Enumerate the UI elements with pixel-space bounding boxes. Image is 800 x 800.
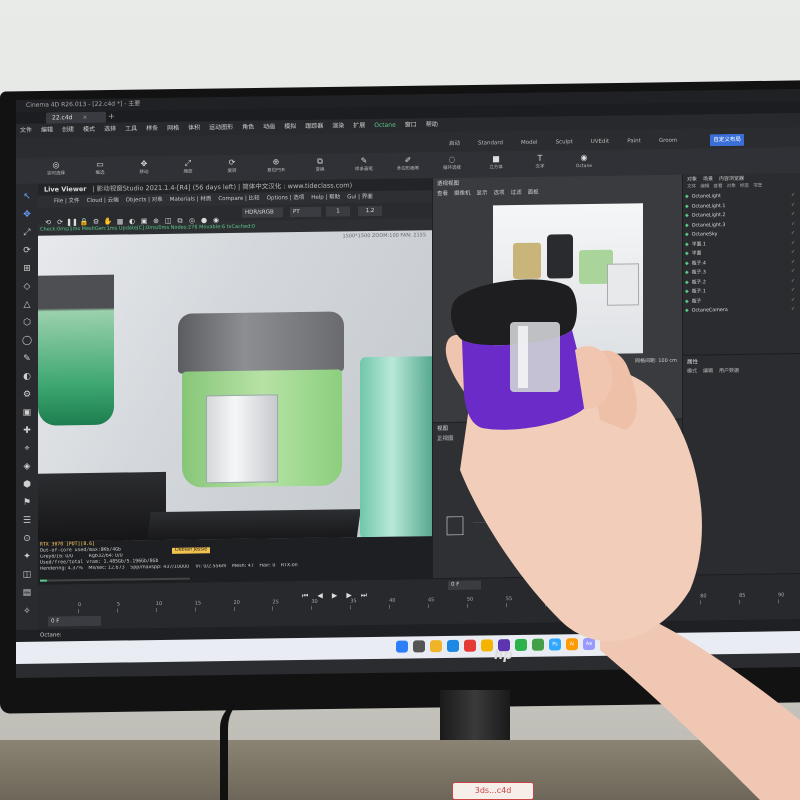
photo-scene: Cinema 4D R26.013 - [22.c4d *] - 主要 22.c… xyxy=(0,0,800,800)
hand-with-jar xyxy=(445,279,800,800)
purple-jar-window-shine xyxy=(518,326,528,388)
purple-jar-window xyxy=(510,322,560,392)
